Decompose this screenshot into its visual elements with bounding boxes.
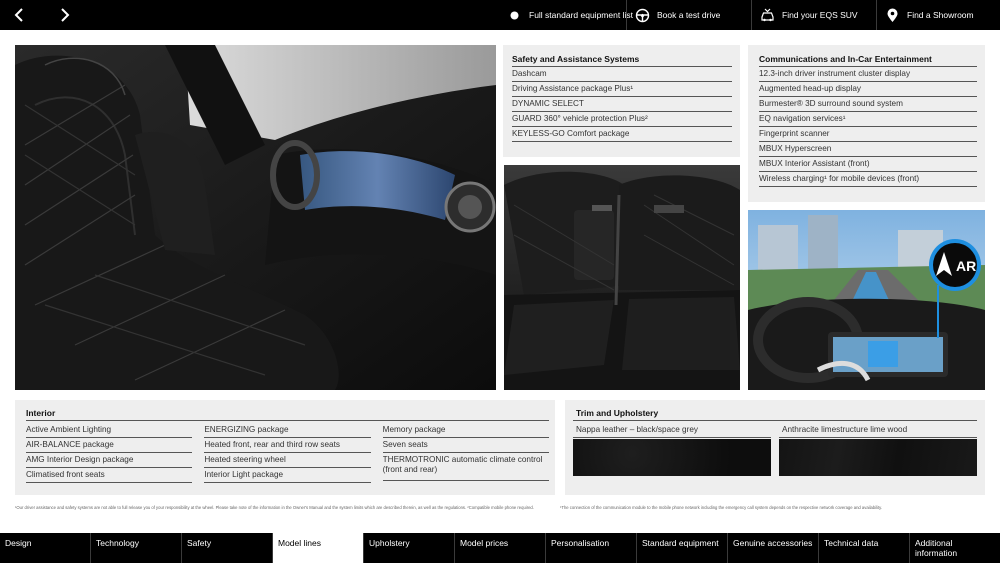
section-tab-standard-equipment[interactable]: Standard equipment bbox=[637, 533, 728, 563]
rear-seats-photo bbox=[504, 165, 740, 390]
list-item: Dashcam bbox=[512, 67, 732, 82]
list-item: Fingerprint scanner bbox=[759, 127, 977, 142]
list-item: Heated steering wheel bbox=[204, 453, 371, 468]
safety-list: Dashcam Driving Assistance package Plus¹… bbox=[512, 67, 732, 142]
list-item: THERMOTRONIC automatic climate control (… bbox=[382, 453, 549, 481]
list-item: Driving Assistance package Plus¹ bbox=[512, 82, 732, 97]
trim-option-label: Nappa leather – black/space grey bbox=[573, 423, 771, 438]
safety-title: Safety and Assistance Systems bbox=[512, 54, 732, 67]
chevron-left-icon bbox=[14, 8, 23, 22]
location-pin-icon bbox=[885, 8, 900, 23]
steering-wheel-icon bbox=[635, 8, 650, 23]
section-tab-safety[interactable]: Safety bbox=[182, 533, 273, 563]
communications-panel: Communications and In-Car Entertainment … bbox=[748, 45, 985, 202]
chevron-right-icon bbox=[61, 8, 70, 22]
interior-list-column-1: Active Ambient Lighting AIR-BALANCE pack… bbox=[26, 423, 193, 483]
ar-badge-label: AR bbox=[956, 258, 977, 274]
safety-panel: Safety and Assistance Systems Dashcam Dr… bbox=[503, 45, 740, 157]
brochure-page: Full standard equipment list Book a test… bbox=[0, 0, 1000, 563]
full-equipment-list-button[interactable]: Full standard equipment list bbox=[499, 0, 633, 30]
list-item: KEYLESS-GO Comfort package bbox=[512, 127, 732, 142]
list-item: AMG Interior Design package bbox=[26, 453, 193, 468]
communications-title: Communications and In-Car Entertainment bbox=[759, 54, 977, 67]
trim-option-wood: Anthracite limestructure lime wood bbox=[779, 423, 977, 476]
list-item: AIR-BALANCE package bbox=[26, 438, 193, 453]
list-item: MBUX Hyperscreen bbox=[759, 142, 977, 157]
section-tab-personalisation[interactable]: Personalisation bbox=[546, 533, 637, 563]
list-item: MBUX Interior Assistant (front) bbox=[759, 157, 977, 172]
list-item: Wireless charging¹ for mobile devices (f… bbox=[759, 172, 977, 187]
list-item: DYNAMIC SELECT bbox=[512, 97, 732, 112]
interior-list-column-3: Memory package Seven seats THERMOTRONIC … bbox=[382, 423, 549, 483]
interior-panel: Interior Active Ambient Lighting AIR-BAL… bbox=[15, 400, 555, 495]
full-equipment-list-label: Full standard equipment list bbox=[529, 10, 633, 20]
interior-columns: Active Ambient Lighting AIR-BALANCE pack… bbox=[26, 423, 549, 483]
next-page-button[interactable] bbox=[50, 0, 80, 30]
list-item: Memory package bbox=[382, 423, 549, 438]
section-tab-model-prices[interactable]: Model prices bbox=[455, 533, 546, 563]
trim-panel: Trim and Upholstery Nappa leather – blac… bbox=[565, 400, 985, 495]
interior-list-column-2: ENERGIZING package Heated front, rear an… bbox=[204, 423, 371, 483]
section-tab-design[interactable]: Design bbox=[0, 533, 91, 563]
list-item: Interior Light package bbox=[204, 468, 371, 483]
list-item: ENERGIZING package bbox=[204, 423, 371, 438]
trim-option-nappa: Nappa leather – black/space grey bbox=[573, 423, 771, 476]
find-eqs-suv-button[interactable]: Find your EQS SUV bbox=[751, 0, 876, 30]
top-actions: Full standard equipment list Book a test… bbox=[499, 0, 1000, 30]
list-item: Seven seats bbox=[382, 438, 549, 453]
section-tab-genuine-accessories[interactable]: Genuine accessories bbox=[728, 533, 819, 563]
dot-icon bbox=[507, 8, 522, 23]
nappa-leather-swatch bbox=[573, 439, 771, 476]
book-test-drive-button[interactable]: Book a test drive bbox=[626, 0, 751, 30]
list-item: EQ navigation services¹ bbox=[759, 112, 977, 127]
interior-front-seats-photo bbox=[15, 45, 496, 390]
section-tab-upholstery[interactable]: Upholstery bbox=[364, 533, 455, 563]
list-item: Burmester® 3D surround sound system bbox=[759, 97, 977, 112]
section-tab-technology[interactable]: Technology bbox=[91, 533, 182, 563]
lime-wood-swatch bbox=[779, 439, 977, 476]
footnote-left: ¹Our driver assistance and safety system… bbox=[15, 505, 534, 510]
augmented-reality-navigation-photo: AR bbox=[748, 210, 985, 390]
list-item: Augmented head-up display bbox=[759, 82, 977, 97]
find-showroom-button[interactable]: Find a Showroom bbox=[876, 0, 1000, 30]
list-item: Active Ambient Lighting bbox=[26, 423, 193, 438]
list-item: Heated front, rear and third row seats bbox=[204, 438, 371, 453]
list-item: GUARD 360° vehicle protection Plus² bbox=[512, 112, 732, 127]
previous-page-button[interactable] bbox=[4, 0, 34, 30]
section-tab-additional-information[interactable]: Additional information bbox=[910, 533, 1000, 563]
section-tab-model-lines[interactable]: Model lines bbox=[273, 533, 364, 563]
car-icon bbox=[760, 8, 775, 23]
trim-title: Trim and Upholstery bbox=[573, 408, 977, 421]
top-navigation-bar: Full standard equipment list Book a test… bbox=[0, 0, 1000, 30]
trim-option-label: Anthracite limestructure lime wood bbox=[779, 423, 977, 438]
book-test-drive-label: Book a test drive bbox=[657, 10, 721, 20]
trim-columns: Nappa leather – black/space grey Anthrac… bbox=[573, 423, 977, 476]
interior-title: Interior bbox=[26, 408, 549, 421]
section-tab-technical-data[interactable]: Technical data bbox=[819, 533, 910, 563]
list-item: Climatised front seats bbox=[26, 468, 193, 483]
footnote-right: ¹The connection of the communication mod… bbox=[560, 505, 883, 510]
find-eqs-suv-label: Find your EQS SUV bbox=[782, 10, 858, 20]
communications-list: 12.3-inch driver instrument cluster disp… bbox=[759, 67, 977, 187]
section-navigation-bar: Design Technology Safety Model lines Uph… bbox=[0, 533, 1000, 563]
find-showroom-label: Find a Showroom bbox=[907, 10, 974, 20]
list-item: 12.3-inch driver instrument cluster disp… bbox=[759, 67, 977, 82]
